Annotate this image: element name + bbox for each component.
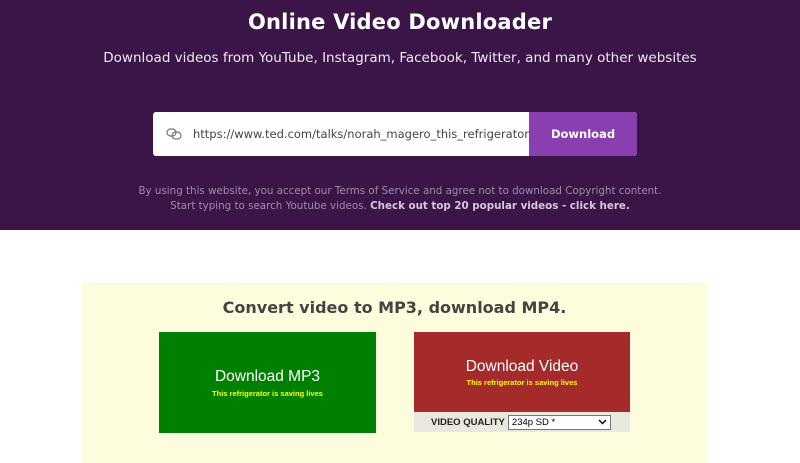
url-input[interactable] [193, 112, 529, 156]
disclaimer-line-2: Start typing to search Youtube videos. C… [0, 199, 800, 214]
hero-header: Online Video Downloader Download videos … [0, 0, 800, 230]
mp3-label: Download MP3 [214, 368, 321, 385]
page-title: Online Video Downloader [247, 10, 553, 34]
search-bar: Download [153, 112, 637, 156]
download-button[interactable]: Download [529, 112, 637, 156]
download-video-button[interactable]: Download Video This refrigerator is savi… [414, 332, 630, 412]
popular-videos-link[interactable]: Check out top 20 popular videos - click … [370, 200, 630, 212]
quality-selected-value: 234p SD * [511, 416, 556, 428]
page-subtitle: Download videos from YouTube, Instagram,… [103, 50, 697, 66]
convert-title: Convert video to MP3, download MP4. [222, 298, 567, 317]
disclaimer-line: By using this website, you accept our Te… [138, 185, 662, 197]
disclaimer-search-hint: Start typing to search Youtube videos. [170, 200, 367, 212]
link-icon [155, 112, 193, 156]
quality-label: VIDEO QUALITY [431, 416, 505, 428]
video-label: Download Video [465, 358, 579, 375]
download-mp3-button[interactable]: Download MP3 This refrigerator is saving… [159, 332, 376, 433]
chevron-down-icon [598, 419, 607, 425]
video-title: This refrigerator is saving lives [466, 378, 578, 387]
quality-row: VIDEO QUALITY 234p SD * [414, 412, 630, 432]
mp3-video-title: This refrigerator is saving lives [212, 389, 323, 398]
quality-select[interactable]: 234p SD * [507, 414, 611, 430]
disclaimer: By using this website, you accept our Te… [0, 184, 800, 214]
